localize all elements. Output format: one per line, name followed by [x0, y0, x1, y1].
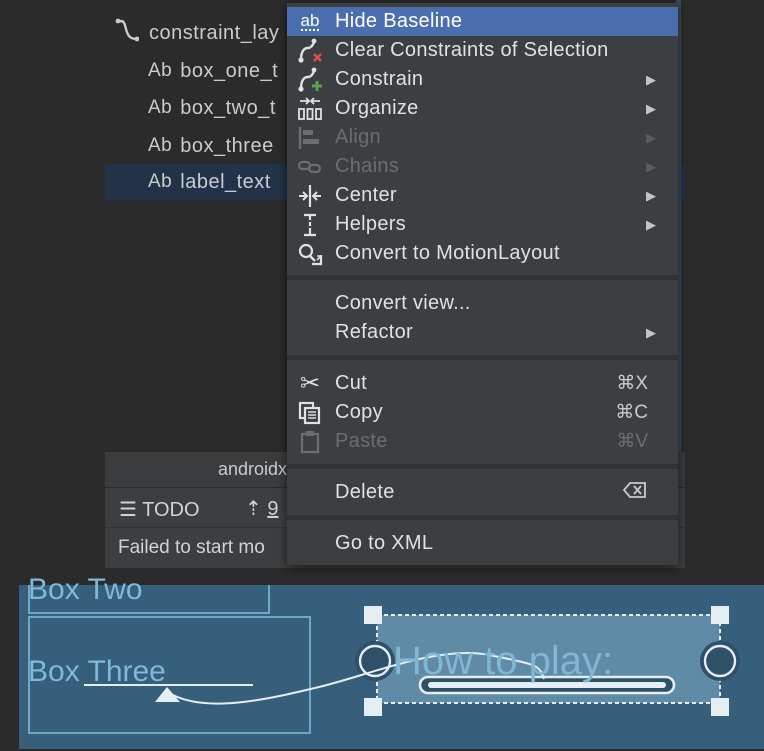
baseline-icon: ab: [300, 10, 320, 31]
cut-icon: ✂: [299, 370, 321, 397]
text-view-icon: Ab: [148, 97, 173, 118]
status-message: Failed to start mo: [118, 537, 265, 558]
menu-item-align: Align ▶: [287, 123, 678, 152]
constrain-icon: [296, 66, 324, 94]
chains-icon: [296, 153, 324, 181]
submenu-arrow-icon: ▶: [646, 158, 656, 174]
menu-item-hide-baseline[interactable]: ab Hide Baseline: [287, 7, 678, 36]
menu-item-copy[interactable]: Copy ⌘C: [287, 398, 678, 427]
baseline-anchor: [155, 687, 180, 702]
submenu-arrow-icon: ▶: [646, 100, 656, 116]
menu-item-chains: Chains ▶: [287, 152, 678, 181]
todo-tab[interactable]: ☰ TODO: [119, 497, 200, 522]
helpers-icon: [296, 211, 324, 239]
box-three-label: Box Three: [28, 655, 166, 688]
submenu-arrow-icon: ▶: [646, 187, 656, 203]
submenu-arrow-icon: ▶: [646, 129, 656, 145]
shortcut-label: ⌘V: [616, 431, 648, 452]
resize-handle-bl: [364, 698, 382, 716]
menu-item-convert-motionlayout[interactable]: Convert to MotionLayout: [287, 239, 678, 268]
layout-editor-canvas[interactable]: Box Two Box Three How to play:: [19, 573, 764, 749]
motion-layout-icon: [296, 240, 324, 268]
menu-item-clear-constraints[interactable]: Clear Constraints of Selection: [287, 36, 678, 65]
text-view-icon: Ab: [148, 60, 173, 81]
menu-item-go-to-xml[interactable]: Go to XML: [287, 529, 678, 558]
menu-item-paste: Paste ⌘V: [287, 427, 678, 456]
vcs-label: 9: [267, 498, 279, 520]
menu-item-delete[interactable]: Delete: [287, 478, 678, 507]
list-icon: ☰: [119, 499, 137, 521]
constraint-layout-icon: [115, 17, 149, 49]
menu-separator: [287, 464, 678, 469]
shortcut-label: ⌘X: [616, 373, 648, 394]
copy-icon: [296, 399, 324, 427]
shortcut-label: ⌘C: [615, 402, 648, 423]
text-view-icon: Ab: [148, 171, 173, 192]
tree-footer-label: androidx: [218, 459, 288, 479]
menu-item-convert-view[interactable]: Convert view...: [287, 289, 678, 318]
menu-item-helpers[interactable]: Helpers ▶: [287, 210, 678, 239]
text-view-icon: Ab: [148, 135, 173, 156]
resize-handle-tr: [711, 606, 729, 624]
submenu-arrow-icon: ▶: [646, 216, 656, 232]
menu-item-refactor[interactable]: Refactor ▶: [287, 318, 678, 347]
align-icon: [296, 124, 324, 152]
submenu-arrow-icon: ▶: [646, 71, 656, 87]
menu-separator: [287, 355, 678, 360]
tree-item-label: box_one_t: [180, 59, 279, 82]
menu-separator: [287, 515, 678, 520]
vcs-tab[interactable]: ⇡ 9: [245, 496, 278, 521]
menu-item-center[interactable]: Center ▶: [287, 181, 678, 210]
menu-item-organize[interactable]: Organize ▶: [287, 94, 678, 123]
resize-handle-br: [711, 698, 729, 716]
todo-label: TODO: [142, 499, 200, 521]
branch-icon: ⇡: [245, 498, 262, 520]
resize-handle-tl: [364, 606, 382, 624]
context-menu: ab Hide Baseline Clear Constraints of Se…: [287, 3, 678, 565]
submenu-arrow-icon: ▶: [646, 324, 656, 340]
organize-icon: [296, 95, 324, 123]
center-icon: [296, 182, 324, 210]
menu-item-constrain[interactable]: Constrain ▶: [287, 65, 678, 94]
tree-item-label: box_two_t: [180, 96, 276, 119]
paste-icon: [296, 428, 324, 456]
tree-item-label: label_text: [180, 170, 271, 193]
menu-item-cut[interactable]: ✂ Cut ⌘X: [287, 369, 678, 398]
box-two-label: Box Two: [28, 573, 143, 606]
delete-key-icon: [622, 481, 648, 505]
label-text-preview: How to play:: [393, 639, 614, 683]
clear-constraints-icon: [296, 37, 324, 65]
menu-separator: [287, 275, 678, 280]
tree-item-label: box_three: [180, 134, 274, 157]
tree-item-label: constraint_lay: [149, 21, 280, 44]
